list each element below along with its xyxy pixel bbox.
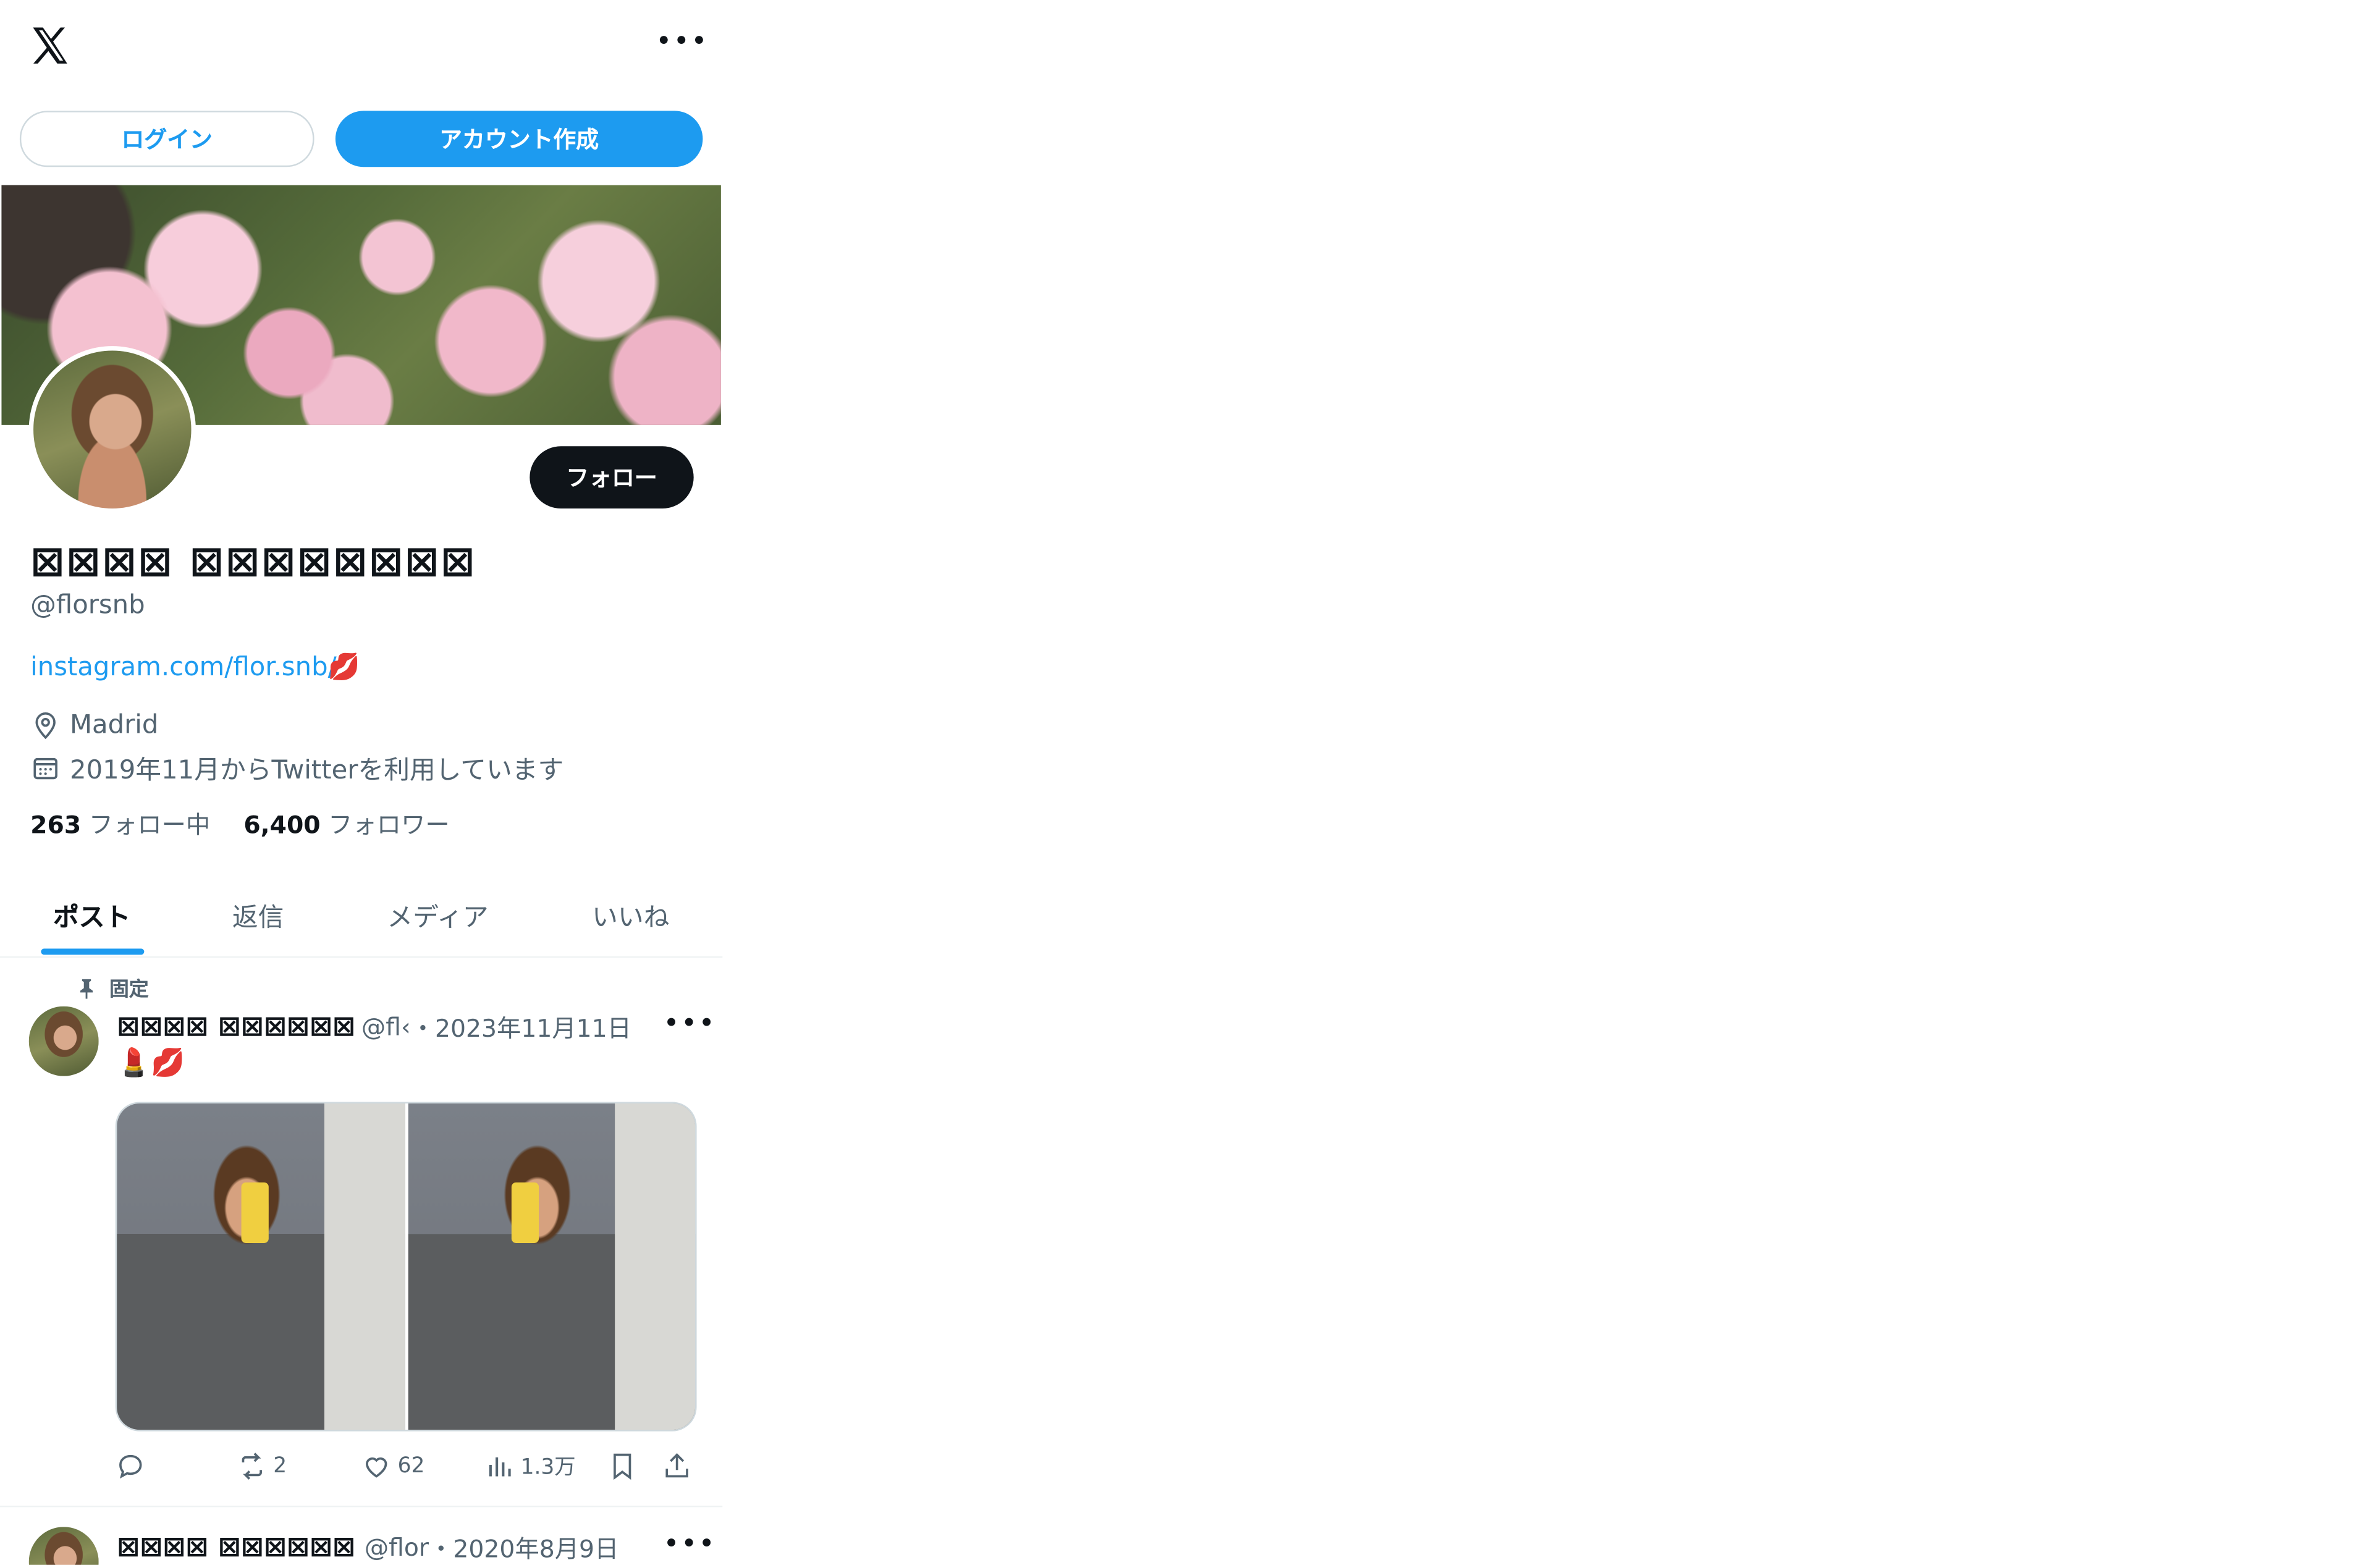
x-logo-icon[interactable] [27, 23, 73, 69]
post-photo-2[interactable] [407, 1103, 696, 1430]
tab-media[interactable]: メディア [387, 895, 488, 934]
post-more-icon[interactable]: ••• [664, 1010, 717, 1037]
calendar-icon [33, 757, 57, 779]
follow-counts: 263 フォロー中 6,400 フォロワー [30, 804, 450, 841]
phone-in-photo [510, 1182, 538, 1243]
post-author-handle[interactable]: @flor [365, 1532, 429, 1561]
bookmark-icon [614, 1453, 631, 1480]
profile-avatar[interactable] [28, 346, 196, 513]
share-button[interactable] [662, 1451, 692, 1482]
joined-row: 2019年11月からTwitterを利用しています [30, 748, 564, 787]
post-actions: 2 62 1.3万 [116, 1451, 693, 1488]
repost-icon [242, 1453, 262, 1480]
follow-button[interactable]: フォロー [530, 446, 694, 508]
followers-link[interactable]: 6,400 フォロワー [243, 804, 449, 841]
post-more-icon[interactable]: ••• [664, 1530, 717, 1558]
profile-column: ••• ログイン アカウント作成 フォロー ⊠⊠⊠⊠ ⊠⊠⊠⊠⊠⊠⊠⊠ @flo… [0, 0, 723, 1565]
post-author-handle[interactable]: @fl‹ [361, 1011, 411, 1040]
location-row: Madrid [30, 711, 158, 741]
post-avatar[interactable] [28, 1527, 99, 1565]
repost-count: 2 [273, 1454, 287, 1479]
pin-icon [80, 978, 93, 998]
post-author-name[interactable]: ⊠⊠⊠⊠ ⊠⊠⊠⊠⊠⊠ [117, 1530, 355, 1563]
post-photo-1[interactable] [117, 1103, 405, 1430]
reply-icon [119, 1454, 142, 1479]
following-link[interactable]: 263 フォロー中 [30, 804, 210, 841]
more-horizontal-icon[interactable]: ••• [656, 28, 709, 55]
pinned-label: 固定 [76, 973, 149, 1002]
post-header: ⊠⊠⊠⊠ ⊠⊠⊠⊠⊠⊠ @flor ・2020年8月9日 [117, 1529, 648, 1565]
location-pin-icon [35, 712, 56, 740]
post-text: 💄💋 [117, 1047, 185, 1079]
tab-likes[interactable]: いいね [592, 895, 669, 934]
post-media[interactable] [115, 1102, 697, 1432]
joined-text: 2019年11月からTwitterを利用しています [70, 756, 564, 787]
views-count: 1.3万 [520, 1455, 576, 1480]
post-author-name[interactable]: ⊠⊠⊠⊠ ⊠⊠⊠⊠⊠⊠ [117, 1010, 355, 1042]
post-date[interactable]: ・2020年8月9日 [429, 1529, 618, 1565]
phone-in-photo [241, 1182, 269, 1243]
display-name: ⊠⊠⊠⊠ ⊠⊠⊠⊠⊠⊠⊠⊠ [30, 539, 477, 586]
post-header: ⊠⊠⊠⊠ ⊠⊠⊠⊠⊠⊠ @fl‹ ・2023年11月11日 [117, 1008, 648, 1044]
location-text: Madrid [70, 710, 159, 741]
post-avatar[interactable] [28, 1006, 99, 1076]
heart-icon [366, 1457, 387, 1478]
share-icon [665, 1453, 688, 1478]
bio-emoji: 💋 [327, 652, 360, 683]
bookmark-button[interactable] [607, 1451, 638, 1482]
post-divider [0, 1505, 723, 1508]
signup-button[interactable]: アカウント作成 [335, 111, 703, 167]
tab-posts[interactable]: ポスト [53, 895, 130, 934]
profile-tabs: ポスト 返信 メディア いいね [0, 877, 723, 958]
repost-button[interactable]: 2 [237, 1451, 287, 1482]
bio-link[interactable]: instagram.com/flor.snb/ [30, 652, 337, 683]
like-button[interactable]: 62 [361, 1451, 425, 1482]
like-count: 62 [397, 1454, 425, 1479]
views-button[interactable]: 1.3万 [484, 1451, 576, 1482]
active-tab-indicator [41, 948, 145, 955]
tab-replies[interactable]: 返信 [232, 895, 284, 934]
reply-button[interactable] [116, 1451, 146, 1482]
login-button[interactable]: ログイン [19, 111, 314, 167]
post-date[interactable]: ・2023年11月11日 [411, 1008, 631, 1044]
views-chart-icon [489, 1457, 511, 1477]
user-handle: @florsnb [30, 590, 145, 621]
